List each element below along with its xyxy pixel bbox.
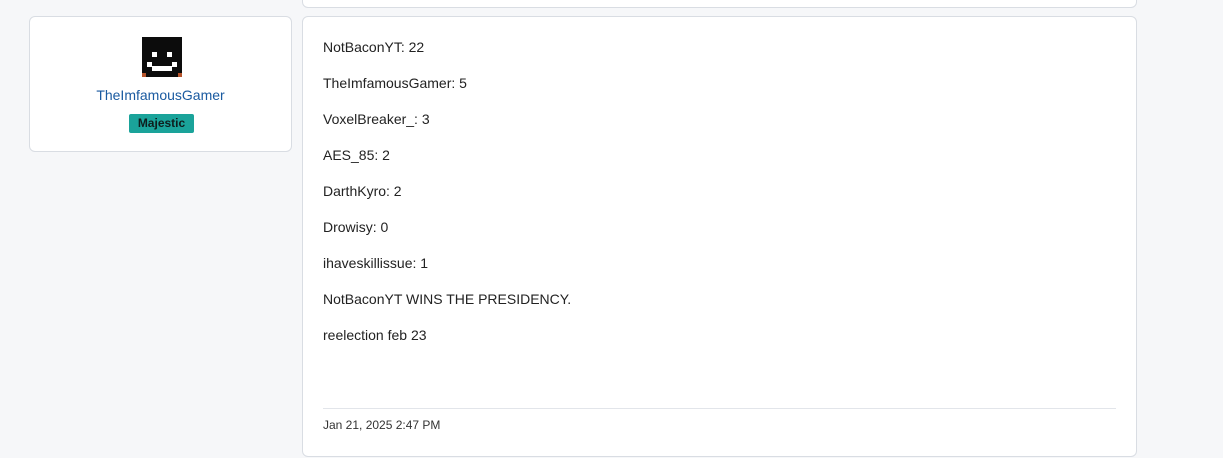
previous-post-card-edge (302, 0, 1137, 8)
avatar-eye-right (167, 52, 172, 57)
post-author-card: TheImfamousGamer Majestic (29, 16, 292, 152)
post-line: NotBaconYT WINS THE PRESIDENCY. (323, 291, 572, 307)
post-body: NotBaconYT: 22 TheImfamousGamer: 5 Voxel… (323, 37, 1116, 361)
post-footer-divider (323, 408, 1116, 409)
post-line: reelection feb 23 (323, 327, 427, 343)
post-line: AES_85: 2 (323, 147, 390, 163)
post-line: TheImfamousGamer: 5 (323, 75, 467, 91)
avatar-shoulder-right (178, 73, 182, 77)
author-username-link[interactable]: TheImfamousGamer (30, 87, 291, 103)
user-avatar[interactable] (142, 37, 182, 77)
post-line: ihaveskillissue: 1 (323, 255, 429, 271)
post-content-card: NotBaconYT: 22 TheImfamousGamer: 5 Voxel… (302, 16, 1137, 457)
post-line: DarthKyro: 2 (323, 183, 402, 199)
post-line: VoxelBreaker_: 3 (323, 111, 430, 127)
avatar-mouth-corner-right (172, 62, 177, 67)
post-line: NotBaconYT: 22 (323, 39, 425, 55)
rank-badge: Majestic (129, 114, 194, 133)
avatar-eye-left (152, 52, 157, 57)
post-timestamp-link[interactable]: Jan 21, 2025 2:47 PM (323, 418, 440, 432)
post-line: Drowisy: 0 (323, 219, 389, 235)
avatar-mouth (152, 66, 172, 71)
avatar-shoulder-left (142, 73, 146, 77)
